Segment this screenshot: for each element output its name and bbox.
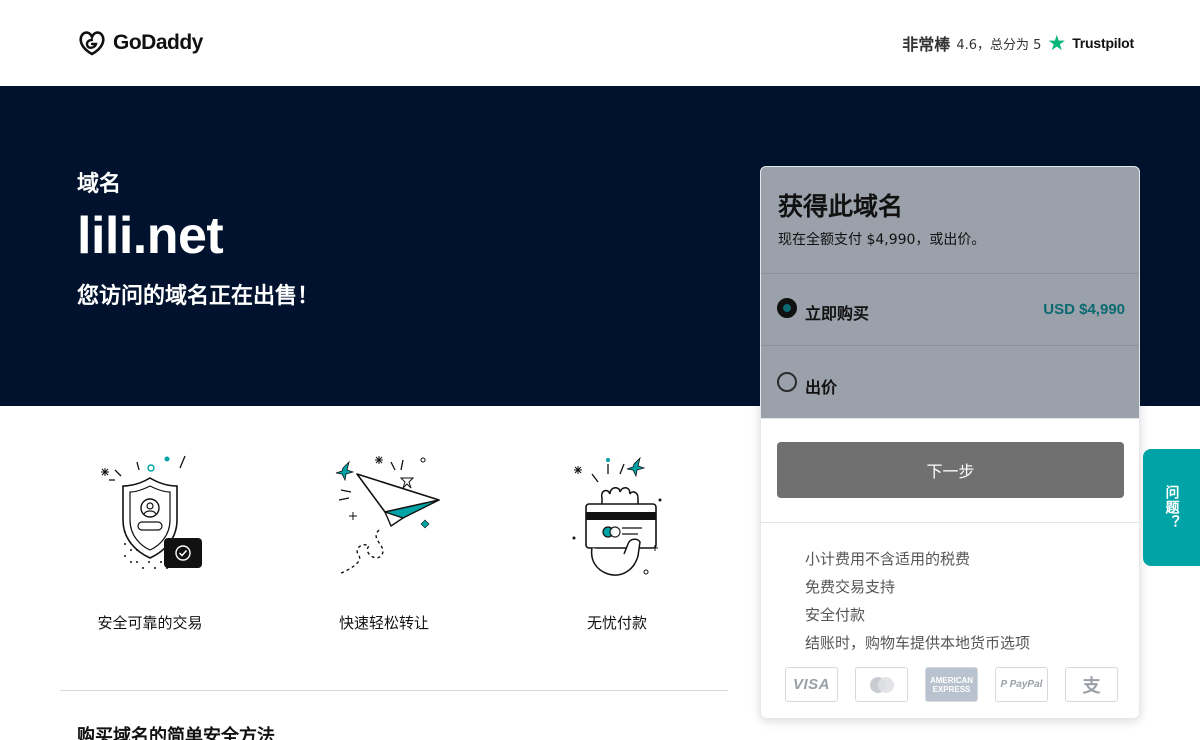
amex-bottom-text: EXPRESS: [932, 684, 971, 694]
option-buy-now[interactable]: 立即购买 USD $4,990: [761, 273, 1139, 345]
secure-shield-icon: [101, 455, 202, 569]
trustpilot-rating[interactable]: 非常棒 4.6，总分为 5 ★ Trustpilot: [902, 31, 1134, 55]
purchase-card: 获得此域名 现在全额支付 $4,990，或出价。 立即购买 USD $4,990…: [760, 166, 1140, 719]
feature-secure: 安全可靠的交易: [60, 450, 240, 633]
section-title: 购买域名的简单安全方法: [77, 726, 275, 740]
perk-item: 结账时，购物车提供本地货币选项: [805, 634, 1031, 652]
questions-side-tab[interactable]: 问题？: [1143, 449, 1200, 566]
paypal-icon: P PayPal: [995, 667, 1048, 702]
make-offer-label: 出价: [805, 378, 838, 397]
rating-score: 4.6，总分为 5: [956, 37, 1042, 53]
card-divider: [761, 418, 1139, 419]
hero-label: 域名: [77, 172, 122, 197]
make-offer-radio[interactable]: [777, 372, 797, 392]
feature-payment: 无忧付款: [527, 450, 707, 633]
card-divider: [761, 522, 1139, 523]
payment-methods: VISA AMERICAN EXPRESS P PayPal 支: [785, 667, 1118, 702]
alipay-icon: 支: [1065, 667, 1118, 702]
perk-item: 安全付款: [805, 606, 866, 624]
side-tab-label: 问题？: [1163, 485, 1180, 530]
perk-item: 免费交易支持: [805, 578, 896, 596]
buy-now-price: USD $4,990: [1043, 301, 1125, 318]
site-header: GoDaddy 非常棒 4.6，总分为 5 ★ Trustpilot: [0, 0, 1200, 86]
hand-card-icon: [572, 456, 662, 576]
trustpilot-star-icon: ★: [1047, 30, 1067, 55]
feature-label: 安全可靠的交易: [97, 614, 203, 632]
buy-now-radio[interactable]: [777, 298, 797, 318]
feature-label: 快速轻松转让: [338, 614, 429, 632]
purchase-card-header: 获得此域名 现在全额支付 $4,990，或出价。: [761, 167, 1139, 273]
visa-icon: VISA: [785, 667, 838, 702]
sale-message: 您访问的域名正在出售！: [77, 284, 320, 309]
amex-top-text: AMERICAN: [929, 675, 974, 685]
godaddy-logo[interactable]: GoDaddy: [77, 28, 203, 58]
next-step-button[interactable]: 下一步: [777, 442, 1124, 498]
logo-text: GoDaddy: [113, 31, 203, 54]
paper-plane-icon: [335, 456, 440, 575]
buy-now-label: 立即购买: [805, 304, 870, 323]
feature-label: 无忧付款: [586, 614, 647, 632]
section-divider: [60, 690, 728, 691]
amex-icon: AMERICAN EXPRESS: [925, 667, 978, 702]
feature-transfer: 快速轻松转让: [294, 450, 474, 633]
option-make-offer[interactable]: 出价: [761, 345, 1139, 418]
perk-item: 小计费用不含适用的税费: [805, 550, 971, 568]
purchase-card-subtitle: 现在全额支付 $4,990，或出价。: [778, 232, 986, 248]
alipay-glyph: 支: [1082, 675, 1101, 696]
godaddy-logo-icon: [79, 31, 105, 56]
purchase-perks-list: 小计费用不含适用的税费 免费交易支持 安全付款 结账时，购物车提供本地货币选项: [805, 545, 1030, 657]
domain-name: lili.net: [77, 207, 224, 265]
purchase-card-title: 获得此域名: [778, 192, 904, 221]
rating-word: 非常棒: [902, 35, 951, 54]
mastercard-icon: [855, 667, 908, 702]
trustpilot-label: Trustpilot: [1072, 35, 1134, 51]
